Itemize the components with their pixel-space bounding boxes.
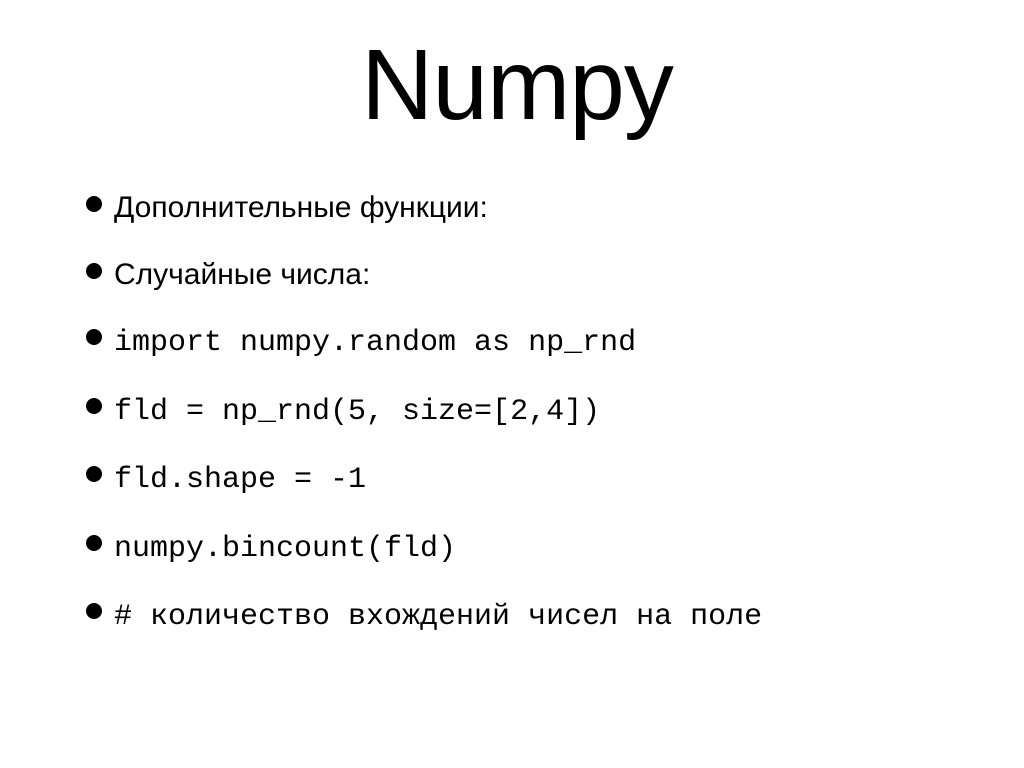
bullet-text: Случайные числа:	[114, 258, 370, 291]
bullet-list: Дополнительные функции: Случайные числа:…	[80, 191, 954, 635]
bullet-text: numpy.bincount(fld)	[114, 532, 456, 566]
slide: Numpy Дополнительные функции: Случайные …	[0, 0, 1024, 768]
list-item: fld = np_rnd(5, size=[2,4])	[80, 393, 954, 430]
list-item: fld.shape = -1	[80, 461, 954, 498]
list-item: numpy.bincount(fld)	[80, 530, 954, 567]
bullet-text: import numpy.random as np_rnd	[114, 326, 636, 360]
list-item: import numpy.random as np_rnd	[80, 324, 954, 361]
list-item: Дополнительные функции:	[80, 191, 954, 226]
bullet-text: fld = np_rnd(5, size=[2,4])	[114, 395, 600, 429]
list-item: # количество вхождений чисел на поле	[80, 598, 954, 635]
bullet-text: fld.shape = -1	[114, 463, 366, 497]
bullet-text: Дополнительные функции:	[114, 191, 488, 224]
slide-title: Numpy	[80, 28, 954, 143]
bullet-text: # количество вхождений чисел на поле	[114, 600, 762, 634]
list-item: Случайные числа:	[80, 258, 954, 293]
